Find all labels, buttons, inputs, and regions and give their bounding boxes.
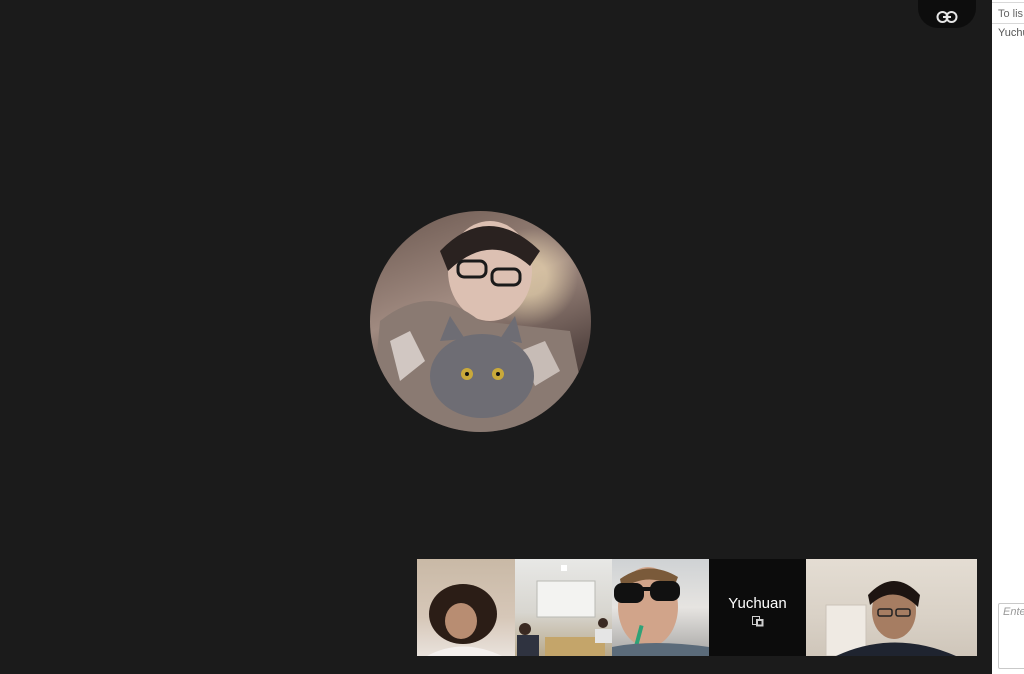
- participant-video: [612, 567, 709, 656]
- chat-panel: To lis Yuchu Ente: [992, 0, 1024, 674]
- link-icon: [936, 11, 958, 23]
- participant-name: Yuchuan: [728, 594, 787, 612]
- participant-video: [427, 584, 502, 656]
- active-speaker-avatar: [370, 211, 591, 432]
- panel-divider: [992, 23, 1024, 24]
- chat-message-author: Yuchu: [998, 27, 1024, 39]
- participant-tile[interactable]: [515, 559, 612, 656]
- participant-tile[interactable]: [612, 559, 709, 656]
- screen-share-icon: [751, 615, 763, 626]
- participant-video: [825, 581, 956, 656]
- chat-message-input[interactable]: Ente: [998, 603, 1024, 669]
- avatar-photo: [370, 221, 591, 432]
- copy-link-button[interactable]: [918, 0, 976, 28]
- video-stage: Yuchuan: [0, 0, 992, 674]
- participant-tile-no-video[interactable]: Yuchuan: [709, 559, 806, 656]
- participant-tile[interactable]: [806, 559, 977, 656]
- panel-divider: [992, 2, 1024, 3]
- participant-tile[interactable]: [417, 559, 515, 656]
- chat-recipient-selector[interactable]: To lis: [998, 8, 1023, 20]
- participant-strip: Yuchuan: [417, 559, 977, 656]
- participant-video: [517, 565, 612, 656]
